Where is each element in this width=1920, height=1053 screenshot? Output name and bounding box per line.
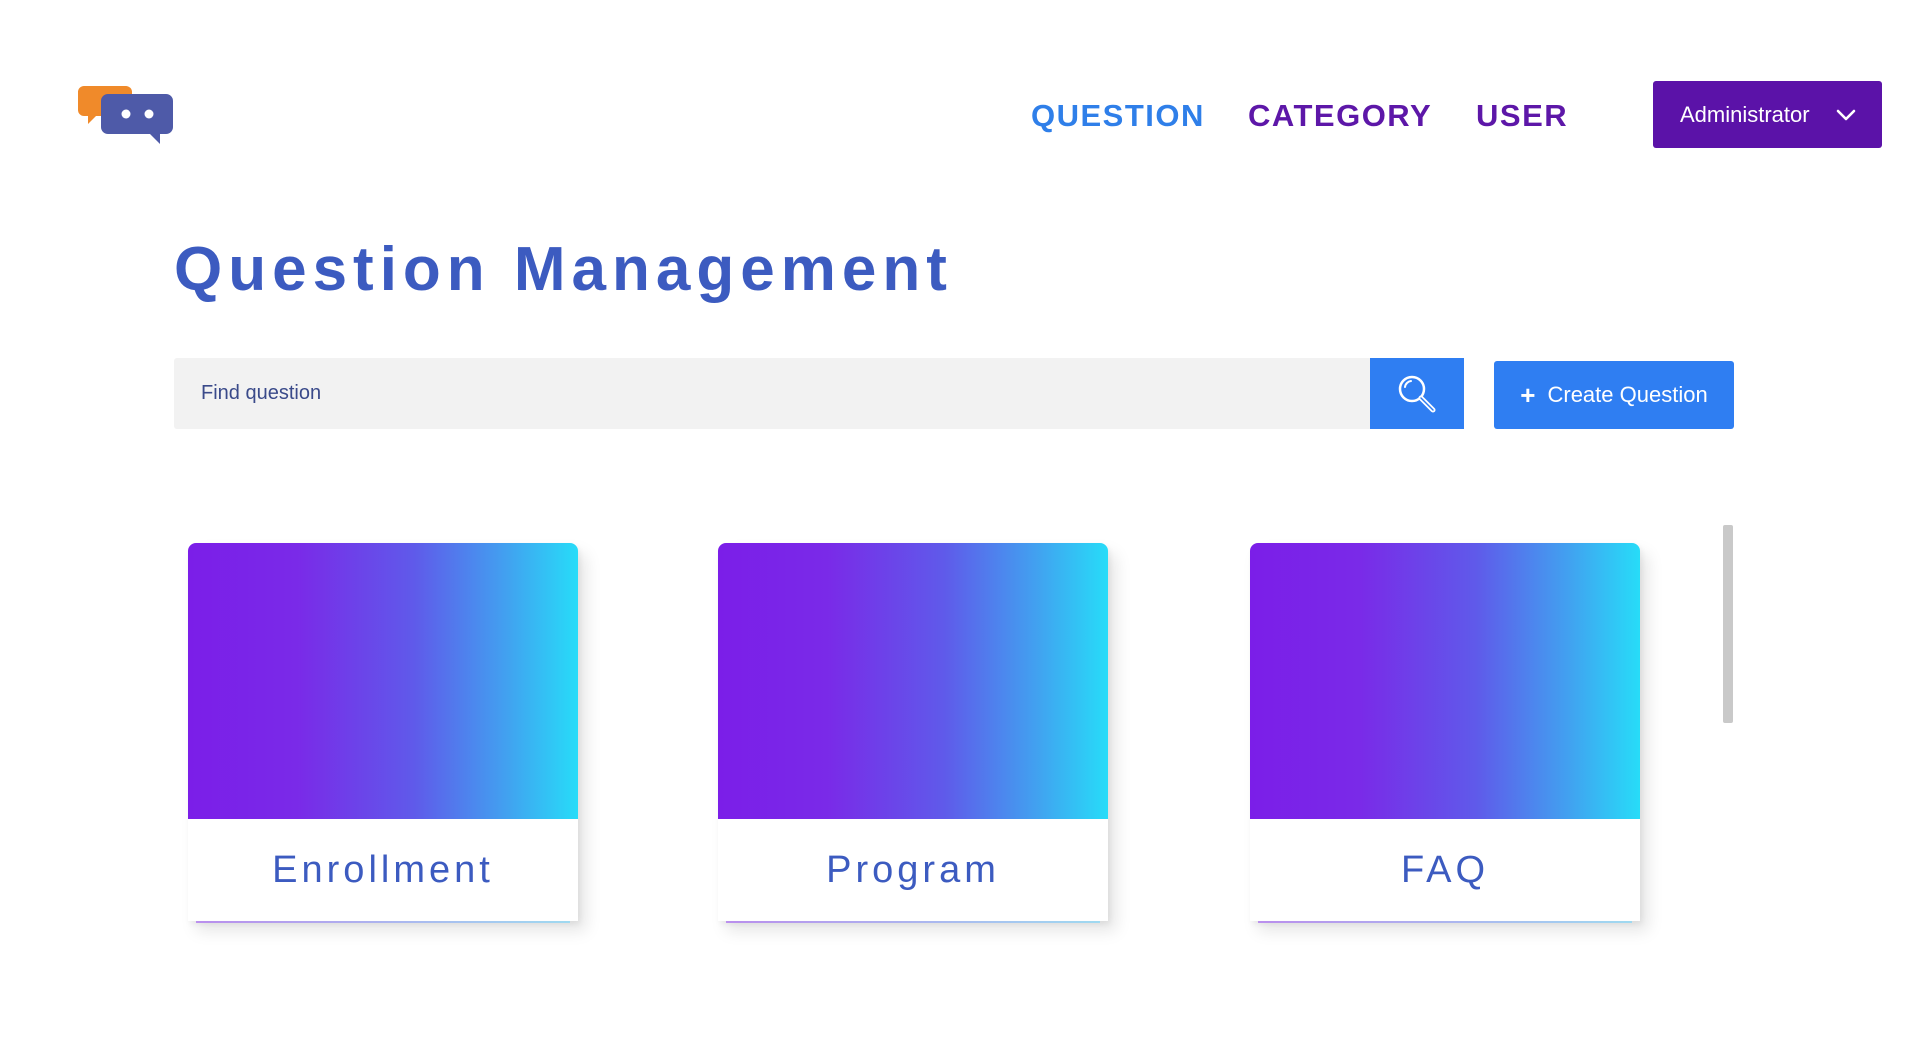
create-question-label: Create Question bbox=[1547, 382, 1708, 407]
card-underline bbox=[196, 921, 570, 923]
create-question-button[interactable]: + Create Question bbox=[1494, 361, 1734, 429]
card-gradient-image bbox=[718, 543, 1108, 819]
card-label: Enrollment bbox=[272, 848, 494, 891]
nav-item-user[interactable]: USER bbox=[1476, 98, 1568, 134]
nav-item-category[interactable]: CATEGORY bbox=[1248, 98, 1432, 134]
card-underline bbox=[1258, 921, 1632, 923]
search-input[interactable] bbox=[174, 358, 1370, 429]
chevron-down-icon bbox=[1836, 109, 1856, 121]
page-title: Question Management bbox=[174, 235, 953, 304]
card-label: Program bbox=[826, 848, 1000, 891]
category-card-faq[interactable]: FAQ bbox=[1250, 543, 1640, 923]
chat-logo-icon[interactable] bbox=[78, 84, 174, 144]
nav-item-question[interactable]: QUESTION bbox=[1031, 98, 1205, 134]
search-button[interactable] bbox=[1370, 358, 1464, 429]
card-gradient-image bbox=[188, 543, 578, 819]
scrollbar-thumb[interactable] bbox=[1723, 525, 1733, 723]
card-gradient-image bbox=[1250, 543, 1640, 819]
account-label: Administrator bbox=[1680, 101, 1810, 127]
page: QUESTION CATEGORY USER Administrator Que… bbox=[0, 0, 1920, 1053]
account-dropdown-button[interactable]: Administrator bbox=[1653, 81, 1882, 148]
plus-icon: + bbox=[1520, 380, 1536, 410]
category-card-enrollment[interactable]: Enrollment bbox=[188, 543, 578, 923]
search-icon bbox=[1398, 375, 1436, 412]
search-box bbox=[174, 358, 1370, 429]
card-underline bbox=[726, 921, 1100, 923]
card-label: FAQ bbox=[1400, 848, 1490, 891]
category-card-program[interactable]: Program bbox=[718, 543, 1108, 923]
